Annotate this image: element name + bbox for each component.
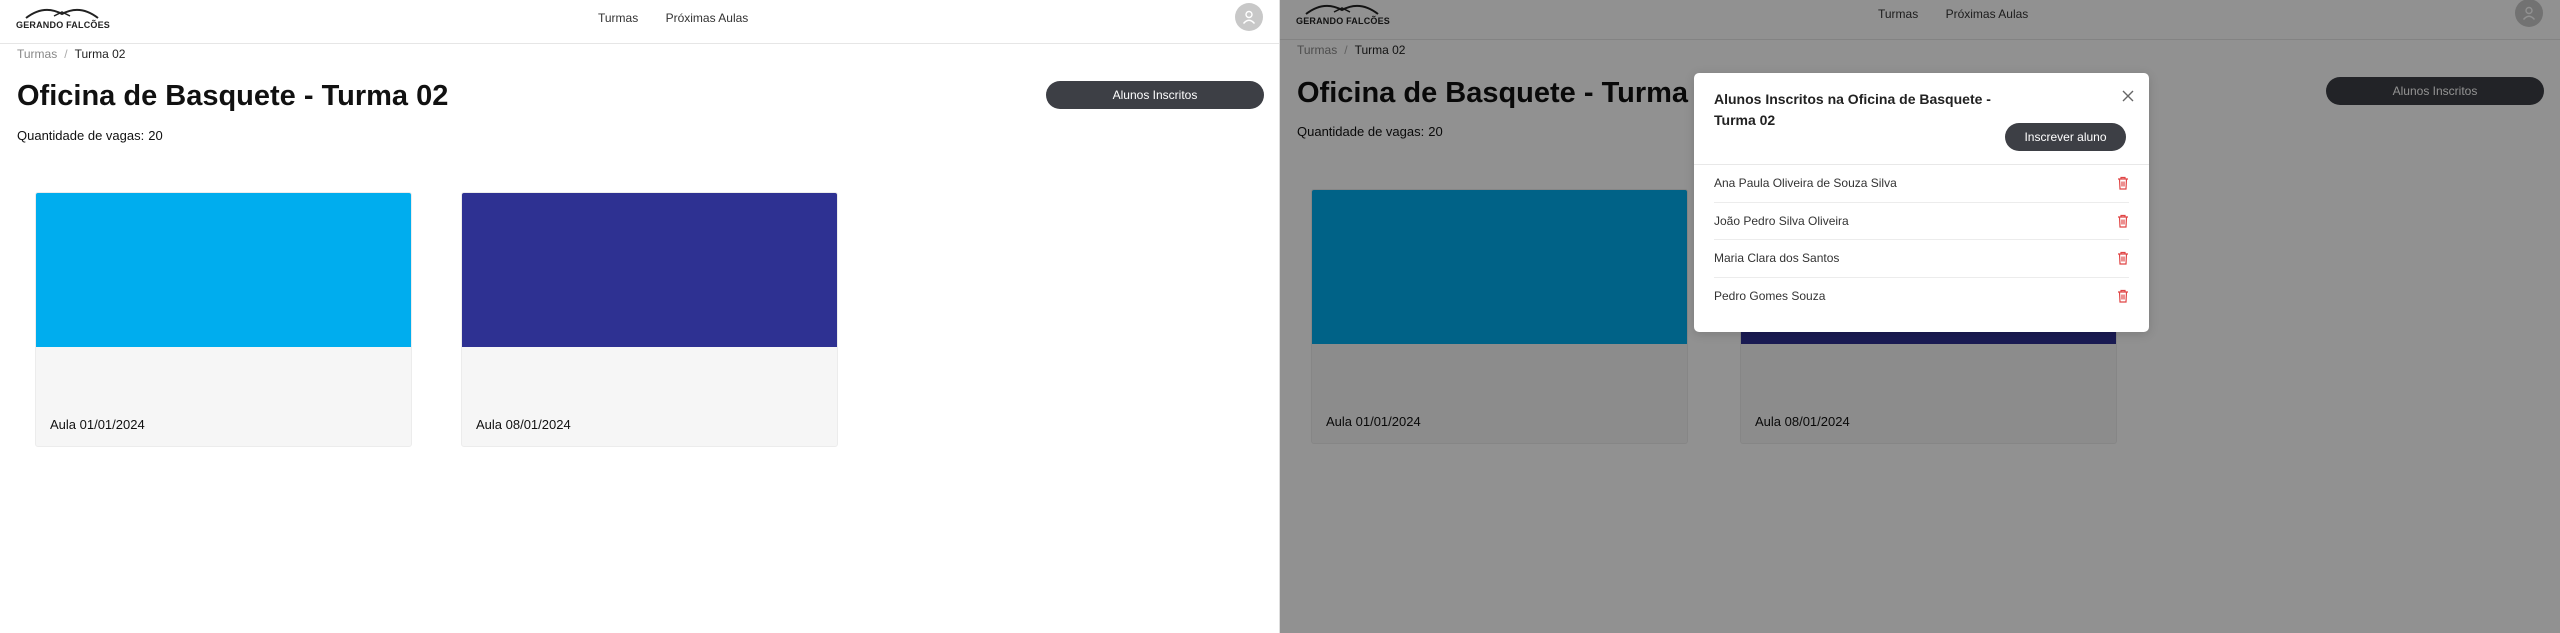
vagas-value: 20 — [148, 128, 163, 143]
alunos-inscritos-button[interactable]: Alunos Inscritos — [1046, 81, 1264, 109]
page-panel-modal-open: GERANDO FALCÕES Turmas Próximas Aulas Tu… — [1280, 0, 2560, 633]
trash-icon[interactable] — [2117, 251, 2129, 265]
student-name: João Pedro Silva Oliveira — [1714, 213, 1849, 228]
alunos-inscritos-modal: Alunos Inscritos na Oficina de Basquete … — [1694, 73, 2149, 332]
student-name: Maria Clara dos Santos — [1714, 251, 1840, 266]
brand-logo[interactable]: GERANDO FALCÕES — [16, 6, 111, 32]
breadcrumb-current: Turma 02 — [74, 47, 126, 61]
aula-card[interactable]: Aula 08/01/2024 — [461, 192, 838, 447]
student-row: Maria Clara dos Santos — [1714, 240, 2129, 278]
student-list: Ana Paula Oliveira de Souza Silva João P… — [1714, 165, 2129, 315]
breadcrumb: Turmas / Turma 02 — [17, 47, 125, 61]
student-row: Ana Paula Oliveira de Souza Silva — [1714, 165, 2129, 203]
student-name: Pedro Gomes Souza — [1714, 289, 1826, 304]
aula-card-caption: Aula 01/01/2024 — [50, 417, 145, 432]
trash-icon[interactable] — [2117, 289, 2129, 303]
page-title: Oficina de Basquete - Turma 02 — [17, 80, 449, 112]
inscrever-aluno-button[interactable]: Inscrever aluno — [2005, 123, 2126, 151]
vagas-label: Quantidade de vagas: — [17, 128, 145, 143]
main-nav: Turmas Próximas Aulas — [598, 11, 772, 25]
modal-title: Alunos Inscritos na Oficina de Basquete … — [1714, 91, 1991, 128]
breadcrumb-link-turmas[interactable]: Turmas — [17, 47, 57, 61]
trash-icon[interactable] — [2117, 176, 2129, 190]
nav-link-proximas-aulas[interactable]: Próximas Aulas — [666, 11, 749, 25]
student-row: Pedro Gomes Souza — [1714, 278, 2129, 316]
page-panel-default: GERANDO FALCÕES Turmas Próximas Aulas Tu… — [0, 0, 1280, 633]
aula-card-cover — [462, 193, 837, 347]
falcon-logo-icon — [25, 8, 99, 19]
trash-icon[interactable] — [2117, 214, 2129, 228]
student-row: João Pedro Silva Oliveira — [1714, 203, 2129, 240]
close-icon[interactable] — [2121, 89, 2135, 103]
navbar: GERANDO FALCÕES Turmas Próximas Aulas — [0, 0, 1280, 44]
vagas-info: Quantidade de vagas: 20 — [17, 128, 163, 143]
aula-card[interactable]: Aula 01/01/2024 — [35, 192, 412, 447]
breadcrumb-separator: / — [64, 47, 68, 61]
student-name: Ana Paula Oliveira de Souza Silva — [1714, 176, 1897, 191]
aula-card-cover — [36, 193, 411, 347]
aula-card-caption: Aula 08/01/2024 — [476, 417, 571, 432]
brand-name: GERANDO FALCÕES — [16, 20, 111, 30]
user-icon — [1242, 10, 1256, 24]
user-avatar[interactable] — [1235, 3, 1263, 31]
nav-link-turmas[interactable]: Turmas — [598, 11, 638, 25]
